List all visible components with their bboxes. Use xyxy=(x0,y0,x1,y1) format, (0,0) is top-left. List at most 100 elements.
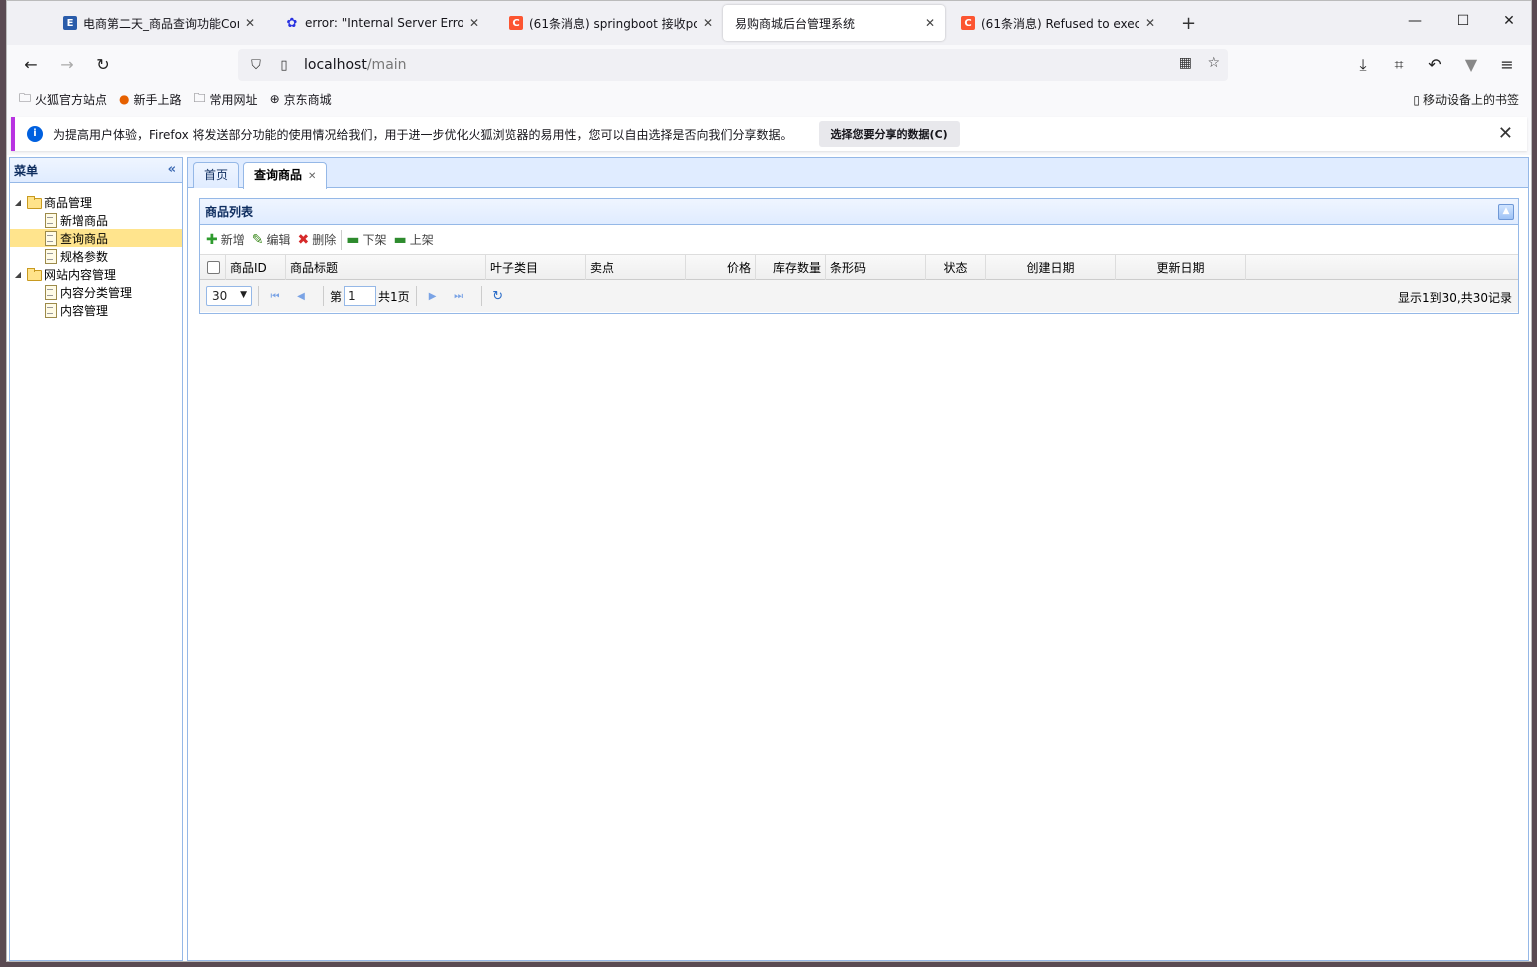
star-icon[interactable]: ☆ xyxy=(1207,55,1220,71)
column-header[interactable]: 商品ID xyxy=(226,254,286,280)
reload-button[interactable]: ↻ xyxy=(93,55,113,75)
column-header[interactable]: 更新日期 xyxy=(1116,254,1246,280)
first-page-icon[interactable]: ⏮ xyxy=(265,291,285,302)
crop-icon[interactable]: ⌗ xyxy=(1389,55,1409,75)
folder-icon: 🗀 xyxy=(193,90,206,105)
grid-toolbar: ✚ 新增 ✎ 编辑 ✖ 删除 ▬ 下架 ▬ 上架 xyxy=(200,225,1518,255)
info-icon: i xyxy=(27,126,43,142)
back-button[interactable]: ← xyxy=(21,55,41,75)
url-bar[interactable]: ⛉ ▯ localhost/main ▦ ☆ xyxy=(238,49,1228,81)
download-icon[interactable]: ⤓ xyxy=(1353,55,1373,75)
unpublish-button[interactable]: ▬ 下架 xyxy=(346,231,386,248)
tree-node-spec-params[interactable]: 规格参数 xyxy=(10,247,182,265)
close-icon[interactable]: ✕ xyxy=(1143,16,1157,30)
bookmark-item[interactable]: 🗀 火狐官方站点 xyxy=(19,89,107,110)
share-data-button[interactable]: 选择您要分享的数据(C) xyxy=(818,121,960,147)
page-size-value: 30 xyxy=(212,289,228,303)
close-icon[interactable]: ✕ xyxy=(243,16,257,30)
new-tab-button[interactable]: + xyxy=(1181,13,1196,34)
tree-node-add-product[interactable]: 新增商品 xyxy=(10,211,182,229)
menu-icon[interactable]: ≡ xyxy=(1497,55,1517,75)
folder-icon: 🗀 xyxy=(19,90,32,105)
minimize-button[interactable]: — xyxy=(1405,13,1425,29)
add-button[interactable]: ✚ 新增 xyxy=(206,231,245,248)
globe-icon: ⊕ xyxy=(269,92,280,106)
refresh-icon[interactable]: ↻ xyxy=(488,289,508,304)
browser-tab-0[interactable]: E 电商第二天_商品查询功能Cons ✕ xyxy=(51,5,265,41)
column-label: 库存数量 xyxy=(772,260,821,275)
close-icon[interactable]: ✕ xyxy=(308,171,316,182)
content-tabs: 首页 查询商品 ✕ xyxy=(188,158,1528,189)
shield-icon[interactable]: ⛉ xyxy=(246,58,266,73)
window-close-button[interactable]: ✕ xyxy=(1499,13,1519,29)
panel-title: 商品列表 xyxy=(205,205,254,219)
tree-node-query-product[interactable]: 查询商品 xyxy=(10,229,182,247)
button-label: 新增 xyxy=(220,233,245,247)
csdn-icon: C xyxy=(509,16,523,30)
collapse-panel-icon[interactable]: ▲ xyxy=(1498,204,1514,220)
tab-home[interactable]: 首页 xyxy=(193,162,240,188)
file-icon xyxy=(42,249,58,264)
column-header[interactable]: 库存数量 xyxy=(756,254,826,280)
page-icon: ▯ xyxy=(280,57,288,73)
tree-node-product-management[interactable]: ◢ 商品管理 xyxy=(10,193,182,211)
bookmark-item[interactable]: ⊕ 京东商城 xyxy=(270,91,332,108)
column-label: 价格 xyxy=(726,260,751,275)
undo-icon[interactable]: ↶ xyxy=(1425,55,1445,75)
column-header[interactable]: 卖点 xyxy=(586,254,686,280)
maximize-button[interactable]: ☐ xyxy=(1453,13,1473,29)
select-all-cell xyxy=(200,254,226,280)
pagination-bar: 30 ▼ ⏮ ◀ 第 1 共1页 ▶ ⏭ ↻ 显示1到30,共30记录 xyxy=(200,280,1518,312)
column-header[interactable]: 创建日期 xyxy=(986,254,1116,280)
column-header[interactable]: 条形码 xyxy=(826,254,926,280)
tree-node-content-category[interactable]: 内容分类管理 xyxy=(10,283,182,301)
collapse-icon[interactable]: « xyxy=(168,162,176,177)
column-header[interactable]: 状态 xyxy=(926,254,986,280)
doc-icon: E xyxy=(63,16,77,30)
close-icon[interactable]: ✕ xyxy=(1498,123,1513,144)
bookmark-item[interactable]: 🗀 常用网址 xyxy=(194,89,258,110)
tab-query-product[interactable]: 查询商品 ✕ xyxy=(243,162,328,189)
tab-title: 易购商城后台管理系统 xyxy=(735,16,856,31)
tree-node-site-content[interactable]: ◢ 网站内容管理 xyxy=(10,265,182,283)
publish-button[interactable]: ▬ 上架 xyxy=(394,231,434,248)
last-page-icon[interactable]: ⏭ xyxy=(449,291,469,302)
file-icon xyxy=(42,303,58,318)
delete-button[interactable]: ✖ 删除 xyxy=(298,231,337,248)
page-number-input[interactable]: 1 xyxy=(344,286,377,306)
mobile-bookmarks-label: 移动设备上的书签 xyxy=(1422,93,1519,107)
column-header[interactable]: 价格 xyxy=(686,254,756,280)
bookmark-item[interactable]: ● 新手上路 xyxy=(119,91,182,108)
browser-tab-4[interactable]: C (61条消息) Refused to execute ✕ xyxy=(949,5,1165,41)
expand-arrow-icon[interactable]: ◢ xyxy=(10,198,26,207)
browser-tab-2[interactable]: C (61条消息) springboot 接收po ✕ xyxy=(497,5,723,41)
select-all-checkbox[interactable] xyxy=(207,260,220,274)
edit-button[interactable]: ✎ 编辑 xyxy=(252,231,291,248)
column-label: 卖点 xyxy=(590,260,615,275)
tab-title: (61条消息) springboot 接收po xyxy=(529,16,697,31)
browser-tab-1[interactable]: ✿ error: "Internal Server Error" ✕ xyxy=(273,5,489,41)
url-host: localhost xyxy=(304,57,367,73)
file-icon xyxy=(42,285,58,300)
pager-separator xyxy=(323,286,324,306)
expand-arrow-icon[interactable]: ◢ xyxy=(10,270,26,279)
next-page-icon[interactable]: ▶ xyxy=(423,291,443,302)
column-header[interactable]: 叶子类目 xyxy=(486,254,586,280)
bookmark-label: 常用网址 xyxy=(209,92,258,107)
browser-tab-3[interactable]: 易购商城后台管理系统 ✕ xyxy=(723,5,945,41)
tree-node-content-management[interactable]: 内容管理 xyxy=(10,301,182,319)
page-size-select[interactable]: 30 ▼ xyxy=(206,286,252,306)
close-icon[interactable]: ✕ xyxy=(701,16,715,30)
close-icon[interactable]: ✕ xyxy=(467,16,481,30)
column-header[interactable]: 商品标题 xyxy=(286,254,486,280)
menu-title: 菜单 xyxy=(14,163,39,178)
close-icon[interactable]: ✕ xyxy=(923,16,937,30)
forward-button[interactable]: → xyxy=(57,55,77,75)
prev-page-icon[interactable]: ◀ xyxy=(291,291,311,302)
qr-code-icon[interactable]: ▦ xyxy=(1179,55,1192,71)
folder-icon xyxy=(26,196,42,209)
mobile-bookmarks[interactable]: ▯ 移动设备上的书签 xyxy=(1413,91,1519,108)
extension-icon[interactable]: ▼ xyxy=(1461,55,1481,75)
button-label: 上架 xyxy=(409,233,434,247)
column-label: 创建日期 xyxy=(1026,260,1075,275)
